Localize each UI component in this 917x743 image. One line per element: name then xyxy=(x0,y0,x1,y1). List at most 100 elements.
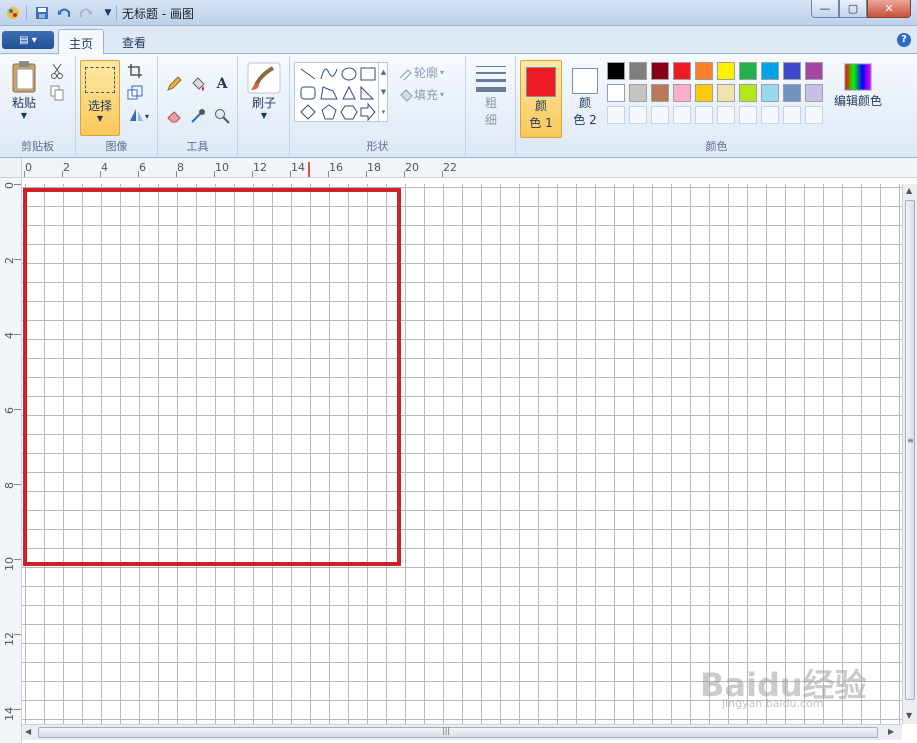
palette-custom-slot[interactable] xyxy=(673,106,691,124)
palette-swatch[interactable] xyxy=(695,62,713,80)
size-button[interactable]: 粗 细 xyxy=(472,64,510,128)
ribbon: 粘贴 ▼ 剪贴板 选择 ▼ ▾ 图像 A 工具 刷子 ▼ ▲ ▼ ▾ 轮廓 ▾ … xyxy=(0,54,917,158)
text-tool-icon[interactable]: A xyxy=(212,74,232,94)
rotate-icon[interactable]: ▾ xyxy=(126,106,152,124)
right-triangle-shape-icon[interactable] xyxy=(360,85,375,100)
palette-custom-slot[interactable] xyxy=(739,106,757,124)
palette-swatch[interactable] xyxy=(607,62,625,80)
drawing-canvas[interactable] xyxy=(22,184,902,724)
select-button[interactable]: 选择 ▼ xyxy=(80,60,120,136)
palette-swatch[interactable] xyxy=(673,84,691,102)
palette-swatch[interactable] xyxy=(629,84,647,102)
vertical-scrollbar[interactable]: ▲ ≡ ▼ xyxy=(902,184,917,724)
palette-custom-slot[interactable] xyxy=(783,106,801,124)
pencil-icon[interactable] xyxy=(164,74,184,94)
minimize-button[interactable]: — xyxy=(811,0,839,18)
color-picker-icon[interactable] xyxy=(188,106,208,126)
scroll-down-icon[interactable]: ▼ xyxy=(906,711,912,720)
color1-button[interactable]: 颜 色 1 xyxy=(520,60,562,138)
palette-swatch[interactable] xyxy=(805,84,823,102)
close-button[interactable]: ✕ xyxy=(867,0,911,18)
palette-swatch[interactable] xyxy=(673,62,691,80)
shapes-gallery-scroll[interactable]: ▲ ▼ ▾ xyxy=(378,62,388,122)
palette-swatch[interactable] xyxy=(607,84,625,102)
pentagon-shape-icon[interactable] xyxy=(321,104,337,120)
palette-swatch[interactable] xyxy=(629,62,647,80)
palette-custom-slot[interactable] xyxy=(695,106,713,124)
resize-icon[interactable] xyxy=(126,84,144,102)
curve-shape-icon[interactable] xyxy=(320,68,338,80)
arrow-shape-icon[interactable] xyxy=(360,102,376,122)
shapes-gallery xyxy=(294,62,388,122)
palette-swatch[interactable] xyxy=(761,84,779,102)
paste-button[interactable]: 粘贴 ▼ xyxy=(8,60,40,120)
eraser-icon[interactable] xyxy=(164,106,184,126)
palette-swatch[interactable] xyxy=(739,62,757,80)
paint-app-icon[interactable] xyxy=(4,4,22,22)
palette-custom-slot[interactable] xyxy=(607,106,625,124)
triangle-shape-icon[interactable] xyxy=(342,85,356,100)
color2-button[interactable]: 颜 色 2 xyxy=(566,60,604,138)
palette-swatch[interactable] xyxy=(783,84,801,102)
ruler-tick xyxy=(14,259,21,260)
palette-swatch[interactable] xyxy=(651,84,669,102)
rounded-rect-shape-icon[interactable] xyxy=(300,86,316,100)
brushes-label: 刷子 xyxy=(251,96,276,110)
ruler-tick xyxy=(404,171,405,177)
scroll-left-icon[interactable]: ◀ xyxy=(25,727,31,736)
fill-bucket-icon[interactable] xyxy=(188,74,208,94)
scroll-right-icon[interactable]: ▶ xyxy=(888,727,894,736)
horizontal-scrollbar[interactable]: ◀ ||| ▶ xyxy=(22,724,902,740)
rectangle-shape-icon[interactable] xyxy=(360,67,376,81)
polygon-shape-icon[interactable] xyxy=(320,86,338,100)
color1-swatch xyxy=(526,67,556,97)
ruler-tick xyxy=(14,709,21,710)
undo-icon[interactable] xyxy=(55,4,73,22)
palette-swatch[interactable] xyxy=(739,84,757,102)
palette-swatch[interactable] xyxy=(717,84,735,102)
magnifier-icon[interactable] xyxy=(212,106,232,126)
group-label-colors: 颜色 xyxy=(705,140,728,153)
ruler-tick-label: 20 xyxy=(405,161,419,174)
edit-colors-button[interactable]: 编辑颜色 xyxy=(828,62,888,109)
tab-home[interactable]: 主页 xyxy=(58,29,105,55)
palette-custom-slot[interactable] xyxy=(761,106,779,124)
redo-icon[interactable] xyxy=(77,4,95,22)
crop-icon[interactable] xyxy=(126,62,144,80)
palette-swatch[interactable] xyxy=(783,62,801,80)
ruler-tick-label: 16 xyxy=(329,161,343,174)
ruler-tick xyxy=(14,559,21,560)
red-rectangle-shape[interactable] xyxy=(23,188,401,566)
save-icon[interactable] xyxy=(33,4,51,22)
palette-custom-slot[interactable] xyxy=(717,106,735,124)
horizontal-scroll-thumb[interactable] xyxy=(38,727,878,738)
palette-swatch[interactable] xyxy=(761,62,779,80)
palette-custom-slot[interactable] xyxy=(651,106,669,124)
palette-custom-slot[interactable] xyxy=(805,106,823,124)
brushes-button[interactable]: 刷子 ▼ xyxy=(246,62,282,120)
help-icon[interactable]: ? xyxy=(897,33,911,47)
hexagon-shape-icon[interactable] xyxy=(340,105,358,120)
cut-icon[interactable] xyxy=(48,62,66,80)
file-menu-button[interactable]: ▤ ▾ xyxy=(2,31,54,49)
oval-shape-icon[interactable] xyxy=(341,67,357,81)
copy-icon[interactable] xyxy=(48,84,66,102)
palette-swatch[interactable] xyxy=(695,84,713,102)
palette-swatch[interactable] xyxy=(651,62,669,80)
ruler-tick-label: 6 xyxy=(139,161,146,174)
line-shape-icon[interactable] xyxy=(300,68,316,80)
scroll-up-icon[interactable]: ▲ xyxy=(906,186,912,195)
palette-swatch[interactable] xyxy=(805,62,823,80)
ruler-tick-label: 0 xyxy=(25,161,32,174)
tab-view[interactable]: 查看 xyxy=(112,29,156,55)
palette-swatch[interactable] xyxy=(717,62,735,80)
diamond-shape-icon[interactable] xyxy=(300,104,316,120)
customize-qat-icon[interactable]: ▼ xyxy=(99,4,117,22)
fill-button[interactable]: 填充 ▾ xyxy=(398,86,444,103)
title-separator xyxy=(116,5,117,21)
maximize-button[interactable]: ▢ xyxy=(839,0,867,18)
color-spectrum-icon xyxy=(844,63,872,91)
outline-button[interactable]: 轮廓 ▾ xyxy=(398,64,444,81)
vertical-scroll-thumb[interactable] xyxy=(905,200,915,700)
palette-custom-slot[interactable] xyxy=(629,106,647,124)
